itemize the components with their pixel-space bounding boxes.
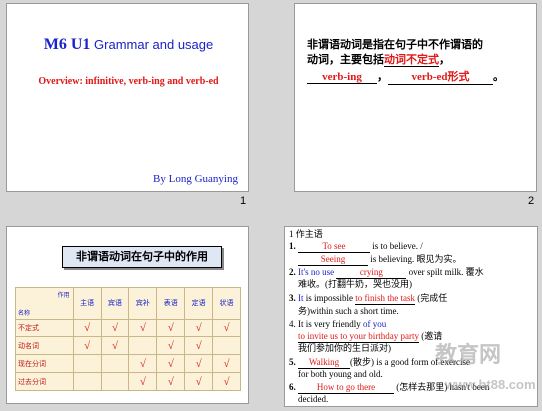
slide2-blank2: verb-ed形式 — [388, 68, 493, 85]
example-2-blue: It's no use — [298, 267, 335, 277]
check-cell: √ — [128, 318, 158, 338]
example-5-number: 5. — [289, 357, 296, 367]
check-cell — [72, 354, 102, 374]
slide2-paragraph: 非谓语动词是指在句子中不作谓语的 动词，主要包括动词不定式， — [307, 38, 529, 68]
slide3-title: 非谓语动词在句子中的作用 — [62, 246, 222, 268]
check-cell: √ — [184, 336, 214, 356]
corner-bottom-label: 名称 — [18, 310, 31, 317]
slide4-heading: 1 作主语 — [289, 229, 323, 239]
example-4: 4. It is very friendly of you — [289, 318, 386, 330]
slide1-title-code: M6 U1 — [43, 36, 91, 53]
example-1b: Seeing is believing. 眼见为实。 — [298, 253, 462, 266]
table-row: 动名词 √ √ √ √ — [15, 336, 241, 356]
slide2-line2-red: 动词不定式 — [384, 54, 439, 67]
check-cell: √ — [100, 318, 130, 338]
column-header: 主语 — [72, 287, 102, 320]
example-3-rest: (完成任 — [415, 293, 448, 303]
example-1-blank: To see — [298, 240, 370, 253]
example-1-number: 1. — [289, 241, 296, 251]
example-4-pre: 4. It is very friendly — [289, 319, 363, 329]
slide1-title-topic: Grammar and usage — [90, 37, 214, 52]
check-cell: √ — [156, 318, 186, 338]
function-table: 作用 名称 主语 宾语 宾补 表语 定语 状语 不定式 √ √ √ √ √ √ … — [15, 287, 241, 391]
slide-number-2: 2 — [528, 195, 535, 207]
check-cell: √ — [212, 354, 241, 374]
example-4-blue: of you — [362, 319, 387, 329]
check-cell — [128, 336, 158, 356]
example-6-number: 6. — [289, 382, 296, 392]
slide2-line2: 动词，主要包括动词不定式， — [307, 53, 529, 68]
check-cell — [100, 354, 130, 374]
example-1b-rest: is believing. 眼见为实。 — [368, 254, 462, 264]
check-cell: √ — [184, 354, 214, 374]
example-1b-blank: Seeing — [298, 253, 368, 266]
check-cell: √ — [128, 372, 158, 391]
slide-thumbnail-2[interactable]: 非谓语动词是指在句子中不作谓语的 动词，主要包括动词不定式， verb-ing，… — [294, 3, 537, 192]
slide1-title: M6 U1 Grammar and usage — [7, 36, 250, 54]
table-row: 过去分词 √ √ √ √ — [15, 372, 241, 391]
check-cell — [212, 336, 241, 356]
example-3-cont: 务)within such a short time. — [298, 306, 399, 316]
slide1-overview: Overview: infinitive, verb-ing and verb-… — [38, 76, 219, 87]
watermark-text: 教育网 — [435, 342, 502, 367]
table-row: 现在分词 √ √ √ √ — [15, 354, 241, 374]
check-cell: √ — [184, 372, 214, 391]
corner-top-label: 作用 — [57, 293, 70, 299]
column-header: 状语 — [212, 287, 241, 320]
column-header: 宾语 — [100, 287, 130, 320]
watermark-url: www.ht88.com — [445, 377, 536, 392]
example-3: 3. It is impossible to finish the task (… — [289, 292, 447, 305]
column-header: 定语 — [184, 287, 214, 320]
row-header: 现在分词 — [15, 354, 74, 374]
check-cell: √ — [212, 318, 241, 338]
check-cell — [72, 372, 102, 391]
slide2-line3: verb-ing， verb-ed形式。 — [307, 68, 504, 85]
slide-thumbnail-1[interactable]: M6 U1 Grammar and usage Overview: infini… — [6, 3, 249, 192]
column-header: 表语 — [156, 287, 186, 320]
check-cell: √ — [156, 336, 186, 356]
check-cell: √ — [156, 372, 186, 391]
example-5-cont: for both young and old. — [298, 369, 383, 379]
row-header: 不定式 — [15, 318, 74, 338]
table-row: 不定式 √ √ √ √ √ √ — [15, 318, 241, 338]
check-cell: √ — [72, 318, 102, 338]
example-2-rest: over spilt milk. 覆水 — [406, 267, 484, 277]
slide2-line2-prefix: 动词，主要包括 — [307, 54, 384, 66]
check-cell: √ — [156, 354, 186, 374]
example-2-number: 2. — [289, 267, 296, 277]
slide-number-1: 1 — [240, 195, 247, 207]
slide2-end: 。 — [493, 71, 504, 83]
example-6-cont: decided. — [298, 394, 329, 404]
example-3-mid: is impossible — [303, 293, 356, 303]
example-1-rest: is to believe. / — [370, 241, 423, 251]
column-header: 宾补 — [128, 287, 158, 320]
row-header: 动名词 — [15, 336, 74, 356]
example-4-translation: 我们参加你的生日派对) — [298, 343, 391, 353]
example-3-number: 3. — [289, 293, 296, 303]
example-3-blank: to finish the task — [355, 293, 416, 305]
slide2-sep: ， — [377, 71, 388, 83]
slide2-line2-suffix: ， — [439, 54, 450, 66]
check-cell: √ — [100, 336, 130, 356]
check-cell: √ — [72, 336, 102, 356]
slide1-author: By Long Guanying — [153, 173, 238, 185]
slide2-blank1: verb-ing — [307, 71, 377, 84]
check-cell: √ — [128, 354, 158, 374]
check-cell: √ — [184, 318, 214, 338]
check-cell — [100, 372, 130, 391]
row-header: 过去分词 — [15, 372, 74, 391]
slide2-line1: 非谓语动词是指在句子中不作谓语的 — [307, 39, 483, 51]
example-2-translation: 难收。(打翻牛奶，哭也没用) — [298, 279, 412, 289]
check-cell: √ — [212, 372, 241, 391]
example-1: 1. To see is to believe. / — [289, 240, 423, 253]
slide-thumbnail-3[interactable]: 非谓语动词在句子中的作用 作用 名称 主语 宾语 宾补 表语 定语 状语 不定式… — [6, 226, 249, 404]
table-corner-cell: 作用 名称 — [15, 287, 74, 320]
slide-thumbnail-4[interactable]: 1 作主语 1. To see is to believe. / Seeing … — [284, 226, 538, 407]
